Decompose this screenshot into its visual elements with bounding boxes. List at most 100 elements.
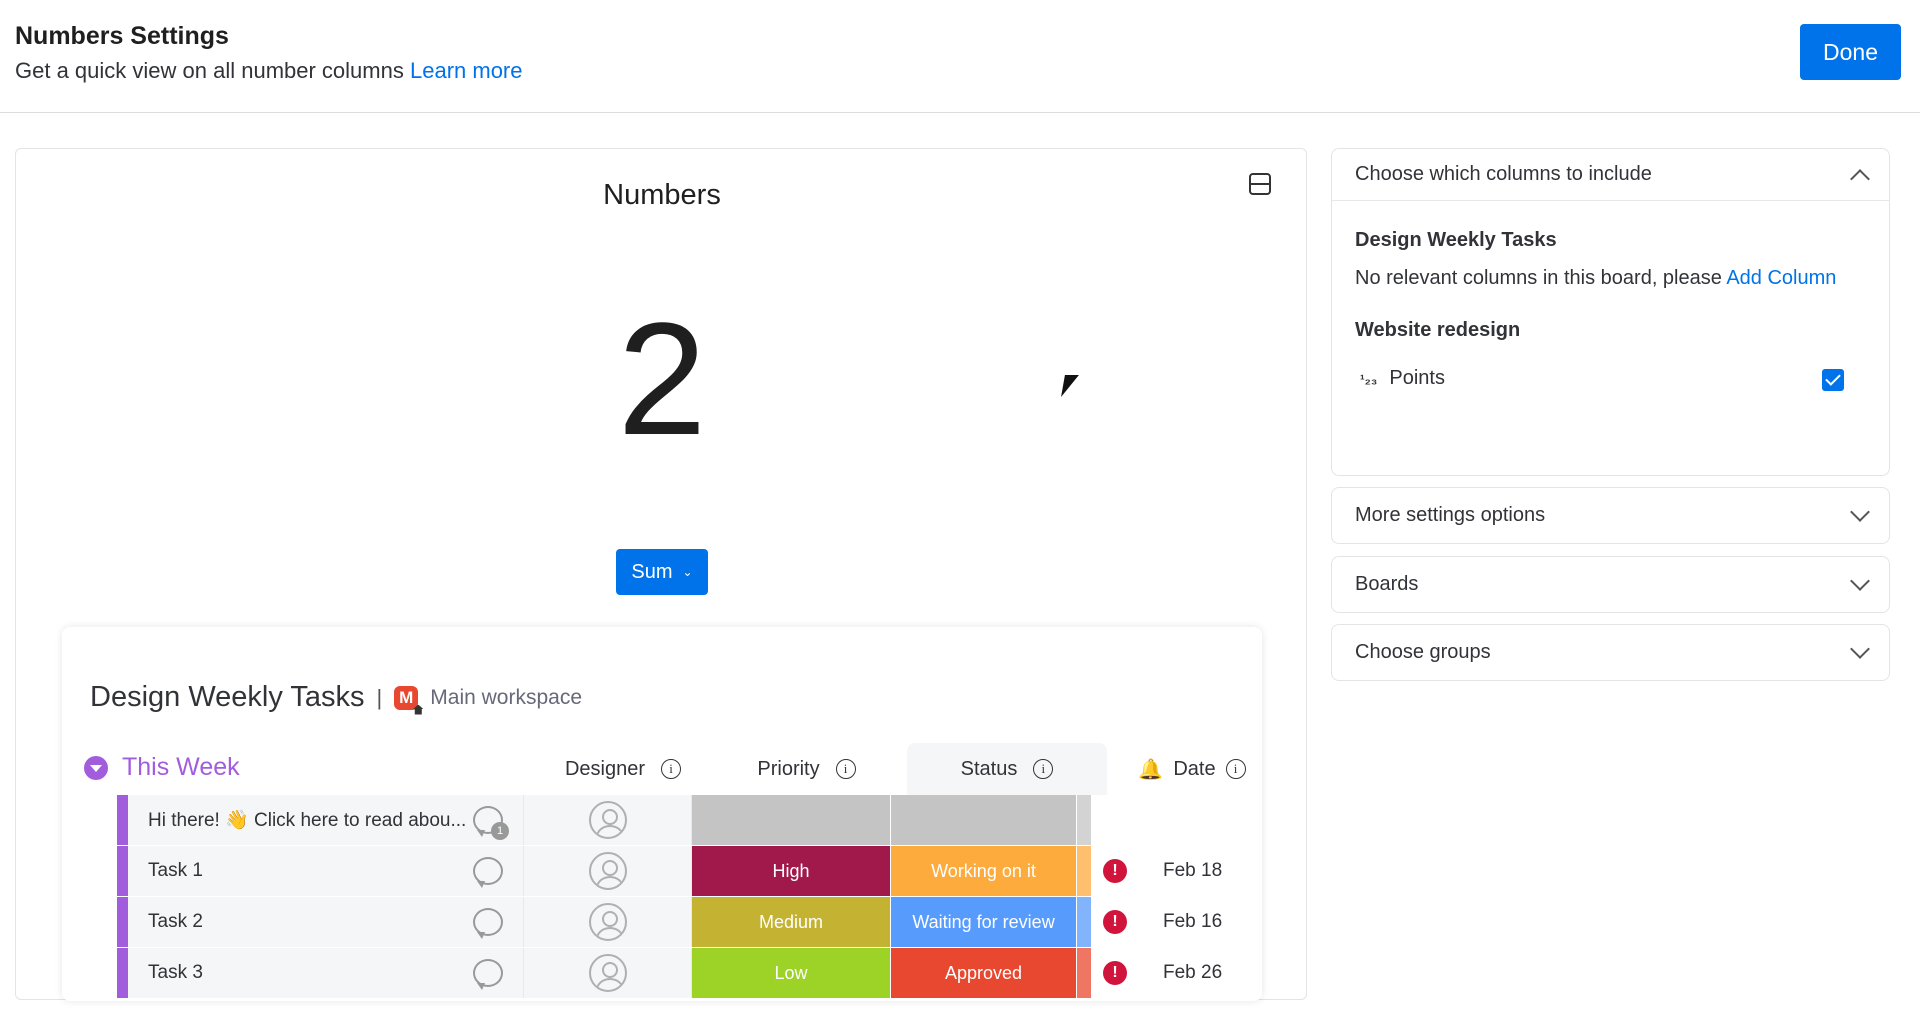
updates-count: 1: [491, 822, 509, 840]
widget-value: 2: [617, 289, 707, 468]
done-button[interactable]: Done: [1800, 24, 1901, 80]
column-label: Designer: [564, 757, 646, 780]
chevron-down-icon: [1850, 501, 1870, 522]
date-value: Feb 18: [1163, 860, 1223, 881]
status-cell[interactable]: [891, 795, 1077, 845]
info-icon[interactable]: i: [661, 759, 682, 779]
board-title: Design Weekly Tasks: [90, 681, 365, 713]
numbers-column-icon: ¹₂₃: [1360, 370, 1378, 387]
chevron-up-icon[interactable]: [1850, 168, 1870, 189]
designer-cell[interactable]: [524, 948, 692, 998]
priority-cell[interactable]: Low: [692, 948, 891, 998]
status-cell[interactable]: Waiting for review: [891, 897, 1077, 947]
alert-icon: !: [1103, 910, 1127, 934]
alert-icon: !: [1103, 961, 1127, 985]
item-name: Task 2: [148, 911, 203, 932]
widget-title: Numbers: [603, 179, 721, 211]
board-header: Design Weekly Tasks | M Main workspace: [90, 681, 582, 714]
item-name-cell[interactable]: Task 3: [128, 948, 524, 998]
status-stripe: [1077, 897, 1091, 947]
date-value: Feb 26: [1163, 962, 1223, 983]
column-header-status[interactable]: Status i: [907, 743, 1107, 795]
page-title: Numbers Settings: [15, 22, 229, 50]
group-color-bar: [117, 846, 128, 896]
item-name-cell[interactable]: Task 1: [128, 846, 524, 896]
table-row[interactable]: Hi there! 👋 Click here to read abou... 1: [117, 795, 1262, 845]
table-row[interactable]: Task 2 Medium Waiting for review ! Feb 16: [117, 897, 1262, 947]
person-avatar-icon: [588, 852, 627, 890]
separator: |: [376, 684, 383, 710]
designer-cell[interactable]: [524, 795, 692, 845]
priority-cell[interactable]: High: [692, 846, 891, 896]
status-cell[interactable]: Approved: [891, 948, 1077, 998]
header-divider: [0, 112, 1920, 113]
column-option-points: ¹₂₃ Points: [1360, 367, 1445, 390]
add-column-link[interactable]: Add Column: [1726, 267, 1836, 289]
info-icon[interactable]: i: [1033, 759, 1054, 779]
groups-accordion[interactable]: Choose groups: [1331, 624, 1890, 681]
board-name: Design Weekly Tasks: [1355, 229, 1557, 251]
function-dropdown[interactable]: Sum ⌄: [616, 549, 708, 595]
group-color-bar: [117, 948, 128, 998]
updates-bubble-icon[interactable]: [473, 908, 503, 939]
more-settings-accordion[interactable]: More settings options: [1331, 487, 1890, 544]
date-value: Feb 16: [1163, 911, 1223, 932]
board-preview-card: Design Weekly Tasks | M Main workspace T…: [62, 627, 1262, 1001]
alert-icon: !: [1103, 859, 1127, 883]
accordion-label: Choose groups: [1355, 641, 1491, 663]
bell-icon: 🔔: [1138, 758, 1164, 781]
info-icon[interactable]: i: [1225, 759, 1246, 779]
column-header-priority[interactable]: Priority i: [707, 743, 906, 795]
board-name: Website redesign: [1355, 319, 1521, 341]
table-row[interactable]: Task 1 High Working on it ! Feb 18: [117, 846, 1262, 896]
date-cell[interactable]: ! Feb 26: [1091, 948, 1262, 998]
column-name: Points: [1389, 367, 1445, 389]
priority-cell[interactable]: Medium: [692, 897, 891, 947]
designer-cell[interactable]: [524, 846, 692, 896]
workspace-icon: M: [394, 685, 419, 710]
priority-cell[interactable]: [692, 795, 891, 845]
no-columns-message: No relevant columns in this board, pleas…: [1355, 267, 1836, 290]
learn-more-link[interactable]: Learn more: [410, 58, 523, 83]
message-text: No relevant columns in this board, pleas…: [1355, 267, 1722, 289]
item-name: Task 1: [148, 860, 203, 881]
chevron-down-icon: ⌄: [682, 565, 693, 579]
person-avatar-icon: [588, 903, 627, 941]
page-subtitle: Get a quick view on all number columns L…: [15, 58, 523, 84]
group-color-bar: [117, 897, 128, 947]
collapse-group-icon[interactable]: [84, 755, 108, 780]
layout-split-icon[interactable]: [1249, 173, 1271, 195]
group-header[interactable]: This Week: [84, 753, 240, 782]
section-title: Choose which columns to include: [1355, 163, 1652, 185]
column-label: Priority: [757, 757, 820, 780]
points-checkbox[interactable]: [1822, 369, 1844, 391]
item-name-cell[interactable]: Hi there! 👋 Click here to read abou... 1: [128, 795, 524, 845]
status-cell[interactable]: Working on it: [891, 846, 1077, 896]
info-icon[interactable]: i: [835, 759, 856, 779]
item-name: Task 3: [148, 962, 203, 983]
workspace-name[interactable]: Main workspace: [430, 686, 582, 710]
column-label: Status: [960, 757, 1018, 780]
updates-bubble-icon[interactable]: [473, 857, 503, 888]
table-row[interactable]: Task 3 Low Approved ! Feb 26: [117, 948, 1262, 998]
updates-bubble-icon[interactable]: [473, 959, 503, 990]
item-name-cell[interactable]: Task 2: [128, 897, 524, 947]
column-header-designer[interactable]: Designer i: [539, 743, 707, 795]
subtitle-text: Get a quick view on all number columns: [15, 58, 404, 83]
updates-bubble-icon[interactable]: 1: [473, 806, 509, 840]
item-name: Hi there! 👋 Click here to read abou...: [148, 810, 467, 831]
accordion-label: More settings options: [1355, 504, 1546, 526]
columns-section-header[interactable]: Choose which columns to include: [1332, 149, 1889, 201]
column-label: Date: [1173, 757, 1216, 780]
chevron-down-icon: [1850, 570, 1870, 591]
date-cell[interactable]: ! Feb 18: [1091, 846, 1262, 896]
widget-preview-panel: Numbers 2 Sum ⌄ Design Weekly Tasks | M M…: [15, 148, 1307, 1001]
chevron-down-icon: [1850, 638, 1870, 659]
accordion-label: Boards: [1355, 573, 1419, 595]
date-cell[interactable]: ! Feb 16: [1091, 897, 1262, 947]
function-label: Sum: [631, 560, 673, 583]
date-cell[interactable]: [1091, 795, 1262, 845]
designer-cell[interactable]: [524, 897, 692, 947]
boards-accordion[interactable]: Boards: [1331, 556, 1890, 613]
column-header-date[interactable]: 🔔 Date i: [1107, 743, 1262, 795]
